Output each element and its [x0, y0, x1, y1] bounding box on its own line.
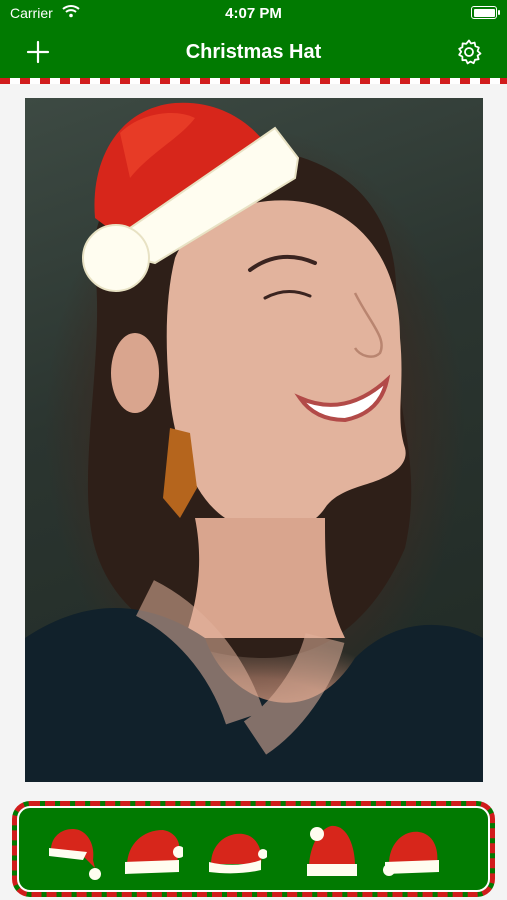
santa-hat-overlay-icon[interactable] [80, 98, 305, 293]
hat-selector-strip [12, 801, 495, 897]
battery-icon [471, 6, 500, 19]
gear-icon[interactable] [455, 38, 483, 66]
santa-hat-1-icon[interactable] [43, 820, 105, 882]
status-bar: Carrier 4:07 PM [0, 0, 507, 28]
page-title: Christmas Hat [185, 41, 322, 63]
santa-hat-3-icon[interactable] [205, 820, 267, 882]
candy-stripe-divider [0, 78, 507, 84]
navigation-bar: Carrier 4:07 PM Christmas Hat [0, 0, 507, 78]
santa-hat-4-icon[interactable] [301, 820, 363, 882]
santa-hat-5-icon[interactable] [381, 820, 443, 882]
status-time: 4:07 PM [225, 5, 282, 22]
santa-hat-2-icon[interactable] [121, 820, 183, 882]
